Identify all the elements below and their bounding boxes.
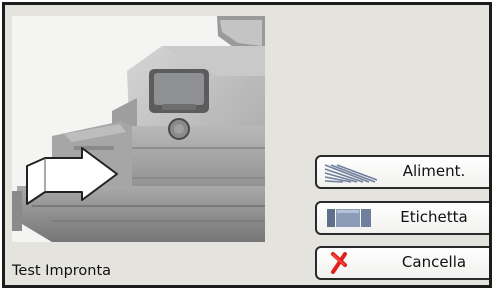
red-x-icon <box>323 252 377 274</box>
feed-button[interactable]: Aliment. <box>315 155 489 189</box>
machine-illustration <box>12 16 265 242</box>
label-button[interactable]: Etichetta <box>315 201 489 235</box>
feed-button-label: Aliment. <box>402 162 466 180</box>
screen-caption: Test Impronta <box>12 263 112 279</box>
lcd-screen: Test Impronta Aliment. Etichetta Cancell… <box>2 2 492 288</box>
label-button-label: Etichetta <box>400 208 468 226</box>
cancel-button-label: Cancella <box>401 253 467 271</box>
label-roll-icon <box>323 207 377 229</box>
franking-machine-image <box>12 16 265 242</box>
feed-lines-icon <box>323 161 378 183</box>
cancel-button[interactable]: Cancella <box>315 246 489 280</box>
